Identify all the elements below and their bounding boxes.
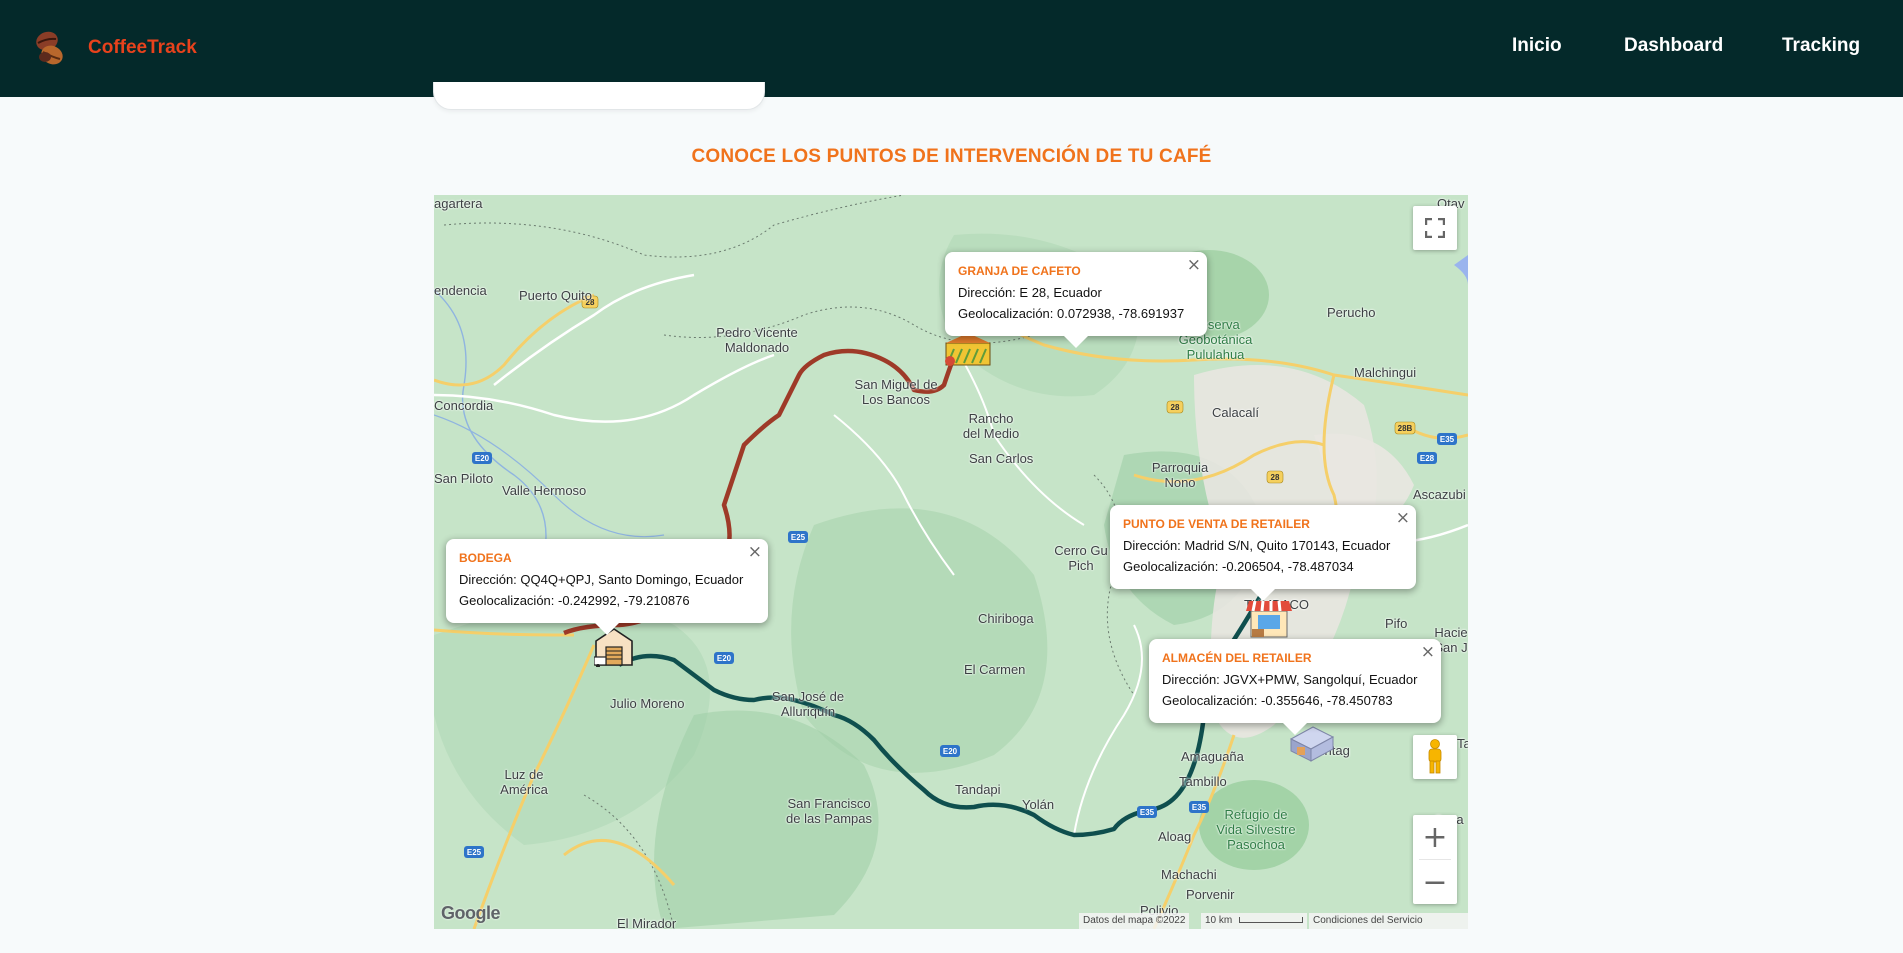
info-geo: Geolocalización: 0.072938, -78.691937 (958, 306, 1185, 321)
info-title: ALMACÉN DEL RETAILER (1162, 651, 1312, 665)
info-window-punto-venta: × PUNTO DE VENTA DE RETAILER Dirección: … (1110, 505, 1416, 601)
info-address: Dirección: QQ4Q+QPJ, Santo Domingo, Ecua… (459, 572, 744, 587)
google-logo[interactable]: Google (441, 903, 501, 924)
place-parroquia-nono: Parroquia Nono (1151, 460, 1209, 490)
place-amaguana: Amaguaña (1181, 749, 1244, 764)
place-puerto-quito: Puerto Quito (519, 288, 592, 303)
place-pedro-vicente-maldonado: Pedro Vicente Maldonado (716, 325, 798, 355)
svg-text:28B: 28B (1398, 424, 1413, 433)
place-luz-de-america: Luz de América (500, 767, 548, 797)
svg-text:E28: E28 (1420, 454, 1435, 463)
place-refugio-pasochoa: Refugio de Vida Silvestre Pasochoa (1216, 807, 1296, 852)
nav-link-inicio[interactable]: Inicio (1512, 35, 1562, 57)
place-malchingui: Malchingui (1354, 365, 1417, 380)
info-window-granja: × GRANJA DE CAFETO Dirección: E 28, Ecua… (945, 252, 1207, 348)
info-window-bodega: × BODEGA Dirección: QQ4Q+QPJ, Santo Domi… (446, 539, 768, 635)
close-icon[interactable]: × (748, 542, 762, 562)
close-icon[interactable]: × (1396, 508, 1410, 528)
svg-text:E20: E20 (475, 454, 490, 463)
place-rancho-del-medio: Rancho del Medio (962, 411, 1020, 441)
svg-text:E25: E25 (467, 848, 482, 857)
place-aloag: Aloag (1158, 829, 1192, 844)
info-address: Dirección: Madrid S/N, Quito 170143, Ecu… (1123, 538, 1391, 553)
map[interactable]: 28 28 28 28B E35 E28 E20 E25 E25 E20 E20… (434, 195, 1468, 929)
zoom-in-button[interactable]: + (1413, 815, 1457, 859)
partial-card (433, 82, 765, 110)
info-geo: Geolocalización: -0.242992, -79.210876 (459, 593, 690, 608)
place-machachi: Machachi (1161, 867, 1217, 882)
info-address: Dirección: JGVX+PMW, Sangolquí, Ecuador (1162, 672, 1418, 687)
place-el-carmen: El Carmen (964, 662, 1026, 677)
coffee-farm-marker-icon[interactable] (944, 333, 992, 372)
close-icon[interactable]: × (1187, 255, 1201, 275)
svg-text:28: 28 (1271, 473, 1280, 482)
navbar: CoffeeTrack Inicio Dashboard Tracking (0, 0, 1903, 97)
scale-bar (1239, 917, 1304, 924)
place-porvenir: Porvenir (1186, 887, 1235, 902)
place-san-miguel-de-los-bancos: San Miguel de Los Bancos (854, 377, 938, 407)
place-perucho: Perucho (1327, 305, 1376, 320)
terms-of-service-link[interactable]: Condiciones del Servicio (1309, 913, 1468, 929)
place-tandapi: Tandapi (955, 782, 1001, 797)
place-chiriboga: Chiriboga (978, 611, 1034, 626)
place-endencia: endencia (434, 283, 487, 298)
place-tambillo: Tambillo (1179, 774, 1227, 789)
place-calacali: Calacalí (1212, 405, 1259, 420)
svg-text:E35: E35 (1192, 803, 1207, 812)
svg-text:E35: E35 (1140, 808, 1155, 817)
nav-link-dashboard[interactable]: Dashboard (1624, 35, 1723, 57)
svg-text:28: 28 (1171, 403, 1180, 412)
place-pifo: Pifo (1385, 616, 1408, 631)
svg-text:E35: E35 (1440, 435, 1455, 444)
place-san-piloto: San Piloto (434, 471, 494, 486)
place-concordia: Concordia (434, 398, 494, 413)
map-scale-label: 10 km (1205, 915, 1233, 926)
info-title: BODEGA (459, 551, 512, 565)
map-data-attribution[interactable]: Datos del mapa ©2022 (1079, 913, 1190, 929)
close-icon[interactable]: × (1421, 642, 1435, 662)
place-cerro-gu: Cerro Gu Pich (1054, 543, 1108, 573)
place-san-francisco-de-las-pampas: San Francisco de las Pampas (786, 796, 872, 826)
zoom-out-button[interactable]: − (1413, 860, 1457, 904)
brand[interactable]: CoffeeTrack (32, 28, 197, 68)
place-san-jose-de-alluriquin: San José de Alluriquín (771, 689, 845, 719)
info-title: GRANJA DE CAFETO (958, 264, 1081, 278)
place-ascazubi: Ascazubi (1413, 487, 1466, 502)
street-view-pegman-button[interactable] (1413, 735, 1457, 779)
coffee-beans-logo-icon (32, 28, 70, 68)
info-geo: Geolocalización: -0.355646, -78.450783 (1162, 693, 1393, 708)
place-julio-moreno: Julio Moreno (610, 696, 685, 711)
place-yolan: Yolán (1022, 797, 1055, 812)
svg-text:E20: E20 (717, 654, 732, 663)
map-scale[interactable]: 10 km (1201, 913, 1307, 929)
brand-name: CoffeeTrack (88, 37, 197, 58)
info-title: PUNTO DE VENTA DE RETAILER (1123, 517, 1310, 531)
place-san-carlos: San Carlos (969, 451, 1034, 466)
nav-link-tracking[interactable]: Tracking (1782, 35, 1860, 57)
svg-text:E25: E25 (791, 533, 806, 542)
fullscreen-button[interactable] (1413, 206, 1457, 250)
info-geo: Geolocalización: -0.206504, -78.487034 (1123, 559, 1354, 574)
zoom-control: + − (1413, 815, 1457, 904)
info-window-almacen: × ALMACÉN DEL RETAILER Dirección: JGVX+P… (1149, 639, 1441, 735)
svg-text:E20: E20 (943, 747, 958, 756)
place-valle-hermoso: Valle Hermoso (502, 483, 587, 498)
section-title: CONOCE LOS PUNTOS DE INTERVENCIÓN DE TU … (691, 146, 1212, 167)
place-agartera: agartera (434, 196, 483, 211)
place-el-mirador: El Mirador (617, 916, 677, 929)
fullscreen-icon (1425, 218, 1445, 238)
place-ta: Ta (1457, 736, 1468, 751)
pegman-icon (1428, 739, 1442, 774)
info-address: Dirección: E 28, Ecuador (958, 285, 1102, 300)
